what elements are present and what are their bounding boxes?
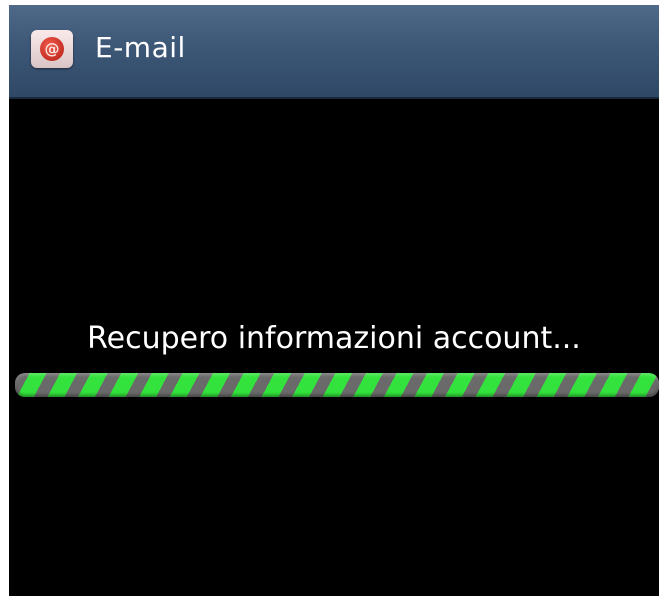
email-screen: @ E-mail Recupero informazioni account..…	[9, 5, 659, 596]
email-app-icon: @	[31, 30, 73, 68]
at-sign-icon: @	[40, 37, 64, 61]
indeterminate-progress-bar	[15, 373, 659, 397]
app-title: E-mail	[95, 31, 186, 64]
status-message: Recupero informazioni account...	[87, 321, 581, 356]
title-bar: @ E-mail	[9, 5, 659, 99]
